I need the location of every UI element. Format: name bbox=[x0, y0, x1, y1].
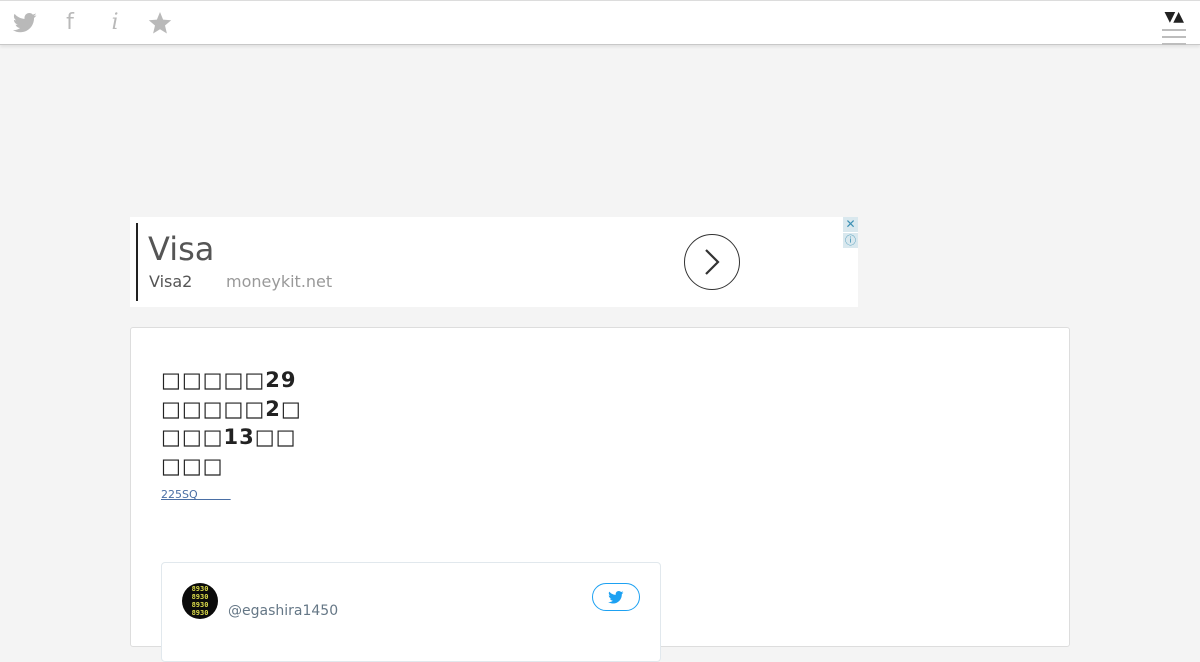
twitter-follow-button[interactable] bbox=[592, 583, 640, 611]
avatar-text: 8930 bbox=[191, 593, 209, 601]
avatar-text: 8930 bbox=[191, 601, 209, 609]
chevron-right-icon bbox=[705, 249, 720, 275]
ad-banner[interactable]: Visa Visa2 moneykit.net ✕ ⓘ bbox=[130, 217, 858, 307]
post-link[interactable]: 225SQ bbox=[161, 486, 231, 502]
ad-title[interactable]: Visa bbox=[148, 229, 214, 269]
top-toolbar: f i ▼▲ bbox=[0, 0, 1200, 45]
ad-arrow-button[interactable] bbox=[684, 234, 740, 290]
twitter-icon bbox=[608, 590, 624, 603]
ad-close-icon[interactable]: ✕ bbox=[843, 217, 858, 232]
ad-domain: moneykit.net bbox=[226, 272, 333, 291]
post-line: □□□□□29 bbox=[161, 368, 297, 392]
user-handle[interactable]: @egashira1450 bbox=[228, 603, 338, 619]
avatar-text: 8930 bbox=[191, 585, 209, 593]
ad-accent-bar bbox=[136, 223, 138, 301]
info-glyph: i bbox=[111, 10, 119, 35]
tweet-embed[interactable]: 8930 8930 8930 8930 @egashira1450 bbox=[161, 562, 661, 662]
facebook-icon[interactable]: f bbox=[58, 11, 82, 35]
avatar[interactable]: 8930 8930 8930 8930 bbox=[182, 583, 218, 619]
post-line: □□□□□2□ bbox=[161, 396, 302, 421]
sort-toggle[interactable]: ▼▲ bbox=[1164, 9, 1183, 25]
info-icon[interactable]: i bbox=[103, 11, 127, 35]
avatar-text: 8930 bbox=[191, 609, 209, 617]
post-card: □□□□□29 □□□□□2□ □□□13□□ □□□ 225SQ 8930 8… bbox=[130, 327, 1070, 662]
twitter-icon[interactable] bbox=[13, 11, 37, 35]
ad-info-icon[interactable]: ⓘ bbox=[843, 233, 858, 248]
post-line: □□□ bbox=[161, 453, 224, 478]
star-icon[interactable] bbox=[148, 11, 172, 35]
post-body: □□□□□29 □□□□□2□ □□□13□□ □□□ bbox=[161, 366, 302, 480]
facebook-glyph: f bbox=[66, 10, 74, 35]
ad-subtitle: Visa2 bbox=[149, 272, 193, 291]
hamburger-menu-icon[interactable] bbox=[1162, 29, 1186, 45]
post-line: □□□13□□ bbox=[161, 425, 297, 449]
